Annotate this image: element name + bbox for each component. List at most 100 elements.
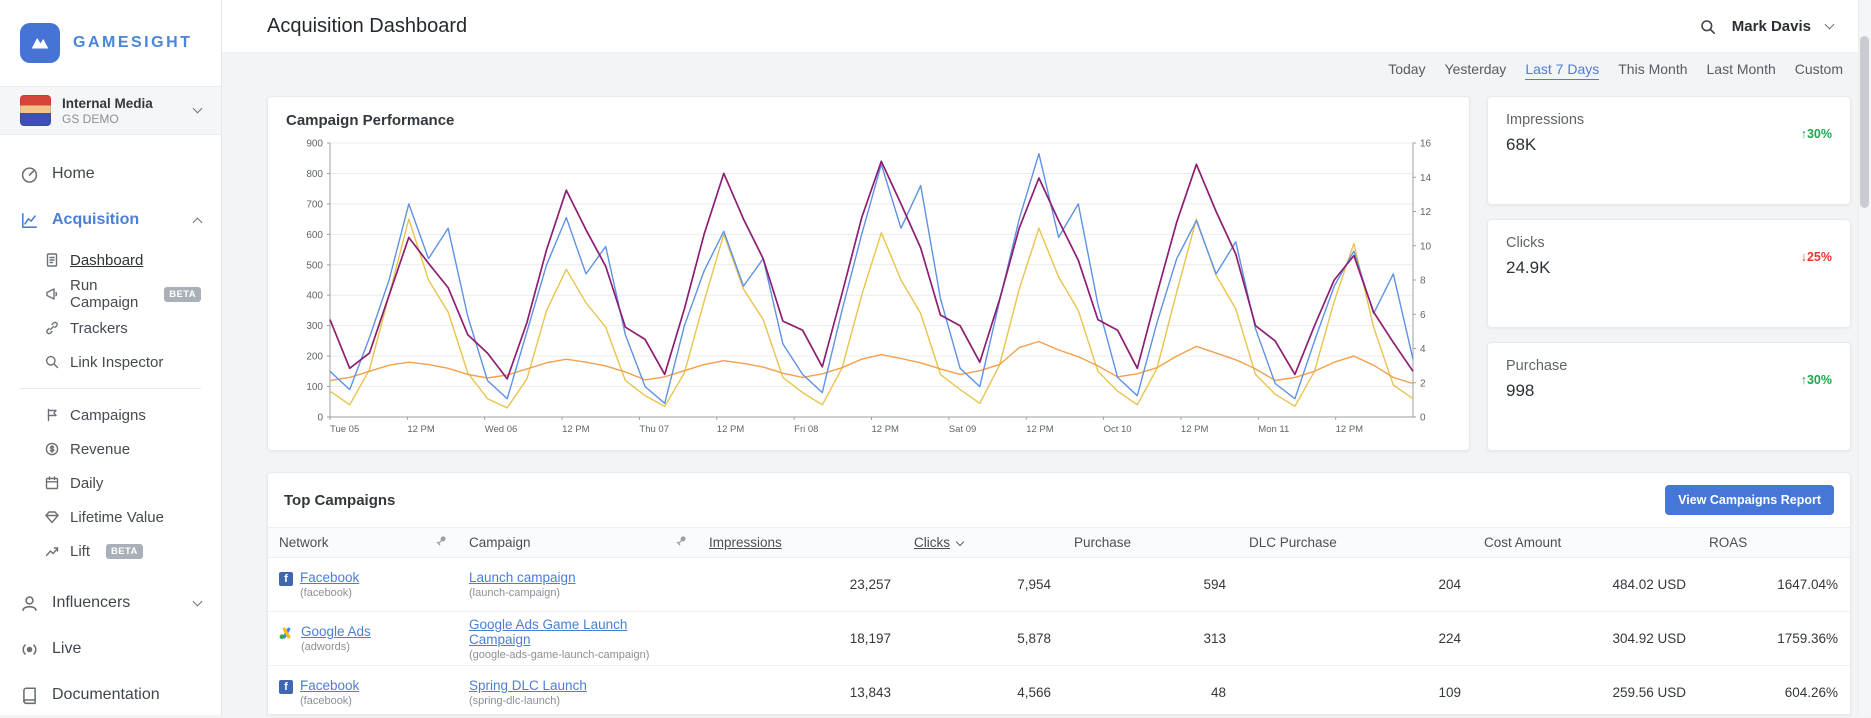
chevron-down-icon xyxy=(192,103,203,114)
account-org: GS DEMO xyxy=(62,111,119,126)
svg-text:Oct 10: Oct 10 xyxy=(1104,424,1132,435)
brand-name: GAMESIGHT xyxy=(73,34,193,51)
purchase-cell: 313 xyxy=(1203,631,1226,646)
column-header-clicks[interactable]: Clicks xyxy=(903,535,1063,550)
svg-text:12: 12 xyxy=(1420,207,1432,218)
account-switcher[interactable]: Internal Media GS DEMO xyxy=(0,86,221,135)
page-title: Acquisition Dashboard xyxy=(267,15,468,37)
sidebar-item-link-inspector[interactable]: Link Inspector xyxy=(0,345,221,379)
network-link[interactable]: Facebook xyxy=(300,678,359,693)
top-campaigns-card: Top Campaigns View Campaigns Report Netw… xyxy=(267,472,1851,715)
kpi-value: 24.9K xyxy=(1506,258,1551,277)
kpi-cards: Impressions 68K ↑30% Clicks 24.9K ↓25% P… xyxy=(1487,96,1851,451)
sidebar-item-run-campaign[interactable]: Run Campaign BETA xyxy=(0,277,221,311)
svg-text:Thu 07: Thu 07 xyxy=(639,424,669,435)
purchase-cell: 594 xyxy=(1203,577,1226,592)
campaign-id: (spring-dlc-launch) xyxy=(469,695,561,707)
svg-text:12 PM: 12 PM xyxy=(717,424,745,435)
purchase-cell: 48 xyxy=(1210,685,1226,700)
date-tab-custom[interactable]: Custom xyxy=(1795,61,1843,80)
sidebar-item-label: Documentation xyxy=(52,686,160,703)
sidebar-item-influencers[interactable]: Influencers xyxy=(0,580,221,626)
date-tab-last-7-days[interactable]: Last 7 Days xyxy=(1525,61,1600,80)
table-row: f Facebook (facebook) Spring DLC Launch … xyxy=(268,666,1850,714)
kpi-delta: ↑30% xyxy=(1800,127,1832,141)
campaign-id: (launch-campaign) xyxy=(469,587,561,599)
column-header-purchase[interactable]: Purchase xyxy=(1063,535,1238,550)
scrollbar-thumb[interactable] xyxy=(1860,36,1869,208)
sidebar-item-label: Home xyxy=(52,165,95,182)
sidebar-item-daily[interactable]: Daily xyxy=(0,466,221,500)
campaign-link[interactable]: Google Ads Game Launch Campaign xyxy=(469,617,627,647)
sidebar-item-documentation[interactable]: Documentation xyxy=(0,672,221,718)
svg-text:12 PM: 12 PM xyxy=(407,424,435,435)
sidebar-item-lift[interactable]: Lift BETA xyxy=(0,534,221,568)
column-header-campaign[interactable]: Campaign xyxy=(458,535,698,550)
chevron-down-icon[interactable] xyxy=(1824,19,1835,30)
svg-text:Wed 06: Wed 06 xyxy=(485,424,518,435)
date-tab-yesterday[interactable]: Yesterday xyxy=(1445,61,1507,80)
chevron-down-icon xyxy=(192,596,203,606)
sidebar-item-acquisition[interactable]: Acquisition xyxy=(0,197,221,243)
svg-text:12 PM: 12 PM xyxy=(1336,424,1364,435)
dlc-purchase-cell: 224 xyxy=(1438,631,1461,646)
kpi-label: Purchase xyxy=(1506,358,1568,374)
column-header-impressions[interactable]: Impressions xyxy=(698,535,903,550)
user-menu[interactable]: Mark Davis xyxy=(1732,18,1811,35)
date-tab-last-month[interactable]: Last Month xyxy=(1707,61,1776,80)
calendar-icon xyxy=(44,475,60,491)
sidebar-nav: Home Acquisition Dashboard Run Campaign … xyxy=(0,135,221,718)
svg-text:Sat 09: Sat 09 xyxy=(949,424,976,435)
svg-text:8: 8 xyxy=(1420,276,1426,287)
column-header-network[interactable]: Network xyxy=(268,535,458,550)
sidebar-item-label: Revenue xyxy=(70,440,131,458)
sidebar-item-label: Lifetime Value xyxy=(70,508,164,526)
brand-logo[interactable]: GAMESIGHT xyxy=(0,0,221,86)
sidebar-item-revenue[interactable]: Revenue xyxy=(0,432,221,466)
chain-link-icon xyxy=(44,320,60,336)
pin-icon[interactable] xyxy=(435,535,447,550)
google-ads-icon xyxy=(279,626,294,640)
svg-text:2: 2 xyxy=(1420,378,1426,389)
sidebar-divider xyxy=(20,388,201,389)
clicks-cell: 5,878 xyxy=(1017,631,1051,646)
impressions-kpi-card: Impressions 68K ↑30% xyxy=(1487,96,1851,205)
impressions-cell: 18,197 xyxy=(849,631,891,646)
sidebar-item-lifetime-value[interactable]: Lifetime Value xyxy=(0,500,221,534)
campaign-performance-card: Campaign Performance 0 100 200 300 400 500 600… xyxy=(267,96,1470,451)
network-link[interactable]: Google Ads xyxy=(301,624,371,639)
sidebar-item-trackers[interactable]: Trackers xyxy=(0,311,221,345)
sidebar-item-live[interactable]: Live xyxy=(0,626,221,672)
performance-line-chart: 0 100 200 300 400 500 600 700 800 900 0 2 4 6 8 10 12 14 1… xyxy=(306,139,1432,436)
pin-icon[interactable] xyxy=(675,535,687,550)
trend-up-icon xyxy=(44,543,60,559)
account-avatar xyxy=(20,95,51,126)
network-link[interactable]: Facebook xyxy=(300,570,359,585)
sidebar-item-home[interactable]: Home xyxy=(0,151,221,197)
kpi-label: Impressions xyxy=(1506,112,1585,128)
clipboard-icon xyxy=(44,252,60,268)
campaign-link[interactable]: Launch campaign xyxy=(469,570,576,585)
svg-text:0: 0 xyxy=(317,413,323,424)
column-header-dlc-purchase[interactable]: DLC Purchase xyxy=(1238,535,1473,550)
svg-text:100: 100 xyxy=(306,382,323,393)
column-header-cost-amount[interactable]: Cost Amount xyxy=(1473,535,1698,550)
search-icon[interactable] xyxy=(1699,18,1717,36)
date-tab-this-month[interactable]: This Month xyxy=(1618,61,1687,80)
gem-icon xyxy=(44,509,60,525)
vertical-scrollbar[interactable] xyxy=(1858,0,1871,715)
view-campaigns-report-button[interactable]: View Campaigns Report xyxy=(1665,485,1834,515)
date-tab-today[interactable]: Today xyxy=(1388,61,1425,80)
roas-cell: 1647.04% xyxy=(1777,577,1838,592)
svg-text:300: 300 xyxy=(306,321,323,332)
svg-text:Tue 05: Tue 05 xyxy=(330,424,359,435)
sidebar-item-campaigns[interactable]: Campaigns xyxy=(0,398,221,432)
campaign-link[interactable]: Spring DLC Launch xyxy=(469,678,587,693)
svg-text:12 PM: 12 PM xyxy=(1181,424,1209,435)
chevron-up-icon xyxy=(192,217,203,227)
column-header-roas[interactable]: ROAS xyxy=(1698,535,1850,550)
sidebar-item-label: Run Campaign xyxy=(70,277,139,311)
sidebar-item-dashboard[interactable]: Dashboard xyxy=(0,243,221,277)
svg-text:12 PM: 12 PM xyxy=(1026,424,1054,435)
megaphone-icon xyxy=(44,286,60,302)
